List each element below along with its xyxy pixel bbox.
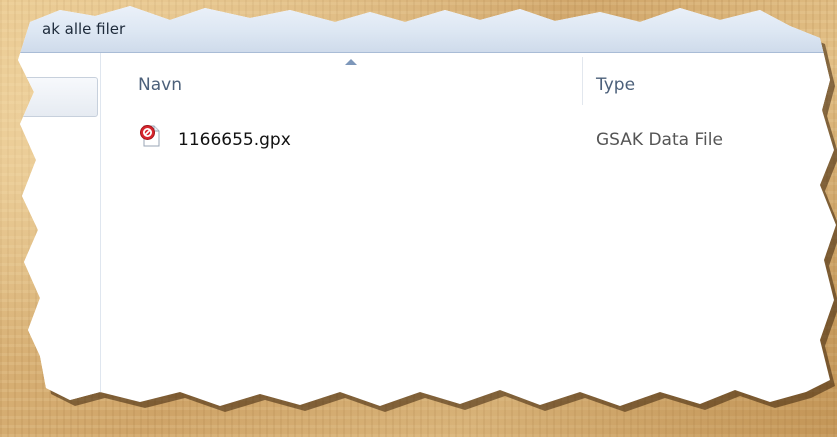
file-type: GSAK Data File: [596, 130, 723, 150]
explorer-window: ak alle filer r Navn Type 1166655.gpx GS…: [0, 0, 837, 437]
column-divider[interactable]: [582, 57, 583, 105]
file-name[interactable]: 1166655.gpx: [178, 130, 291, 150]
sort-ascending-icon: [345, 59, 357, 65]
toolbar-label[interactable]: ak alle filer: [42, 20, 125, 38]
column-header-type[interactable]: Type: [596, 75, 635, 95]
column-header: Navn Type: [101, 53, 837, 111]
column-header-name[interactable]: Navn: [138, 75, 182, 95]
gsak-file-icon: [139, 124, 163, 148]
file-row[interactable]: 1166655.gpx GSAK Data File: [101, 116, 837, 156]
